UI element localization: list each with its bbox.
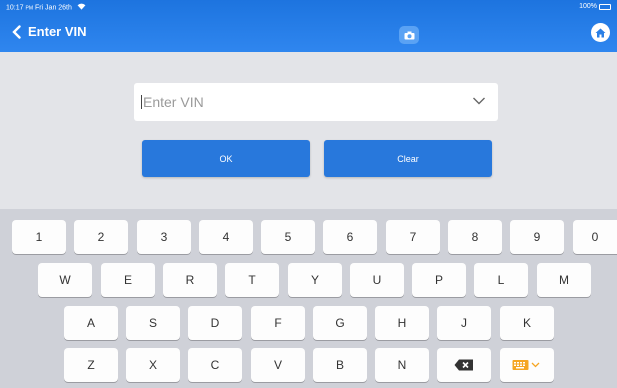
key-9[interactable]: 9 — [510, 220, 564, 254]
home-button[interactable] — [591, 23, 610, 42]
vin-input[interactable]: Enter VIN — [134, 83, 498, 121]
key-f[interactable]: F — [251, 306, 305, 340]
key-c[interactable]: C — [188, 348, 242, 382]
key-0[interactable]: 0 — [573, 220, 617, 254]
key-j[interactable]: J — [437, 306, 491, 340]
backspace-key[interactable] — [437, 348, 491, 382]
clear-button[interactable]: Clear — [324, 140, 492, 177]
keyboard-icon — [512, 360, 540, 370]
key-x[interactable]: X — [126, 348, 180, 382]
key-6[interactable]: 6 — [323, 220, 377, 254]
vin-entry-area: Enter VIN OK Clear — [0, 52, 617, 209]
keyboard-switch-key[interactable] — [500, 348, 554, 382]
key-2[interactable]: 2 — [74, 220, 128, 254]
battery-icon — [599, 3, 611, 10]
key-k[interactable]: K — [500, 306, 554, 340]
key-4[interactable]: 4 — [199, 220, 253, 254]
backspace-icon — [454, 359, 473, 371]
key-y[interactable]: Y — [288, 263, 342, 297]
on-screen-keyboard: 1 2 3 4 5 6 7 8 9 0 W E R T Y U P L M A … — [0, 209, 617, 388]
key-a[interactable]: A — [64, 306, 118, 340]
key-3[interactable]: 3 — [137, 220, 191, 254]
key-v[interactable]: V — [251, 348, 305, 382]
chevron-down-icon[interactable] — [472, 96, 486, 106]
screenshot-button[interactable] — [399, 26, 419, 44]
key-h[interactable]: H — [375, 306, 429, 340]
key-b[interactable]: B — [313, 348, 367, 382]
key-u[interactable]: U — [350, 263, 404, 297]
wifi-icon — [77, 3, 86, 12]
key-1[interactable]: 1 — [12, 220, 66, 254]
key-e[interactable]: E — [101, 263, 155, 297]
ok-button[interactable]: OK — [142, 140, 310, 177]
key-p[interactable]: P — [412, 263, 466, 297]
key-7[interactable]: 7 — [386, 220, 440, 254]
page-title: Enter VIN — [28, 24, 87, 39]
key-s[interactable]: S — [126, 306, 180, 340]
key-n[interactable]: N — [375, 348, 429, 382]
key-r[interactable]: R — [163, 263, 217, 297]
key-z[interactable]: Z — [64, 348, 118, 382]
key-8[interactable]: 8 — [448, 220, 502, 254]
key-m[interactable]: M — [537, 263, 591, 297]
key-d[interactable]: D — [188, 306, 242, 340]
key-g[interactable]: G — [313, 306, 367, 340]
key-t[interactable]: T — [225, 263, 279, 297]
camera-icon — [404, 31, 414, 39]
chevron-left-icon — [11, 25, 21, 39]
key-l[interactable]: L — [474, 263, 528, 297]
back-button[interactable] — [8, 22, 24, 42]
text-cursor — [141, 95, 142, 109]
key-w[interactable]: W — [38, 263, 92, 297]
status-battery: 100% — [579, 3, 611, 10]
home-icon — [595, 28, 606, 37]
app-header: 10:17 PM Fri Jan 26th 100% Enter VIN — [0, 0, 617, 52]
status-time: 10:17 PM Fri Jan 26th — [6, 3, 86, 12]
vin-placeholder: Enter VIN — [143, 94, 204, 110]
key-5[interactable]: 5 — [261, 220, 315, 254]
